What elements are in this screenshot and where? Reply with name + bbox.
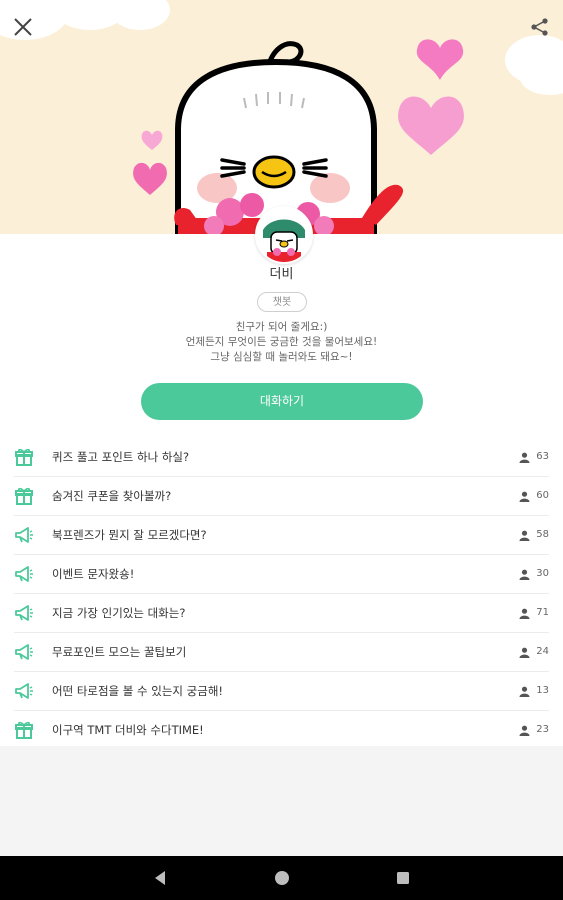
topic-row[interactable]: 이구역 TMT 더비와 수다TIME! 23: [14, 711, 549, 749]
close-button[interactable]: [8, 12, 38, 42]
profile-name: 더비: [269, 267, 294, 282]
participant-count: 30: [519, 555, 549, 593]
profile-banner: [0, 0, 563, 238]
topic-label: 이구역 TMT 더비와 수다TIME!: [52, 723, 204, 737]
participant-count-value: 23: [536, 724, 549, 735]
topic-row[interactable]: 어떤 타로점을 볼 수 있는지 궁금해! 13: [14, 672, 549, 711]
people-icon: [519, 608, 533, 619]
home-icon: [275, 871, 289, 885]
topic-row[interactable]: 지금 가장 인기있는 대화는? 71: [14, 594, 549, 633]
topic-label: 퀴즈 풀고 포인트 하나 하실?: [52, 450, 190, 464]
topic-label: 숨겨진 쿠폰을 찾아볼까?: [52, 489, 172, 503]
chatbot-badge: 챗봇: [257, 292, 307, 312]
start-chat-button[interactable]: 대화하기: [141, 383, 423, 420]
people-icon: [519, 647, 533, 658]
people-icon: [519, 686, 533, 697]
participant-count: 63: [519, 438, 549, 476]
recents-icon: [397, 872, 409, 884]
share-icon: [531, 18, 548, 36]
topic-label: 북프렌즈가 뭔지 잘 모르겠다면?: [52, 528, 207, 542]
recents-button[interactable]: [393, 868, 413, 888]
megaphone-icon: [14, 643, 34, 661]
topic-row[interactable]: 퀴즈 풀고 포인트 하나 하실? 63: [14, 438, 549, 477]
participant-count-value: 58: [536, 529, 549, 540]
topic-label: 어떤 타로점을 볼 수 있는지 궁금해!: [52, 684, 224, 698]
participant-count: 13: [519, 672, 549, 710]
back-button[interactable]: [151, 868, 171, 888]
intro-line: 그냥 심심할 때 놀러와도 돼요~!: [210, 351, 353, 363]
gift-icon: [14, 448, 34, 466]
people-icon: [519, 569, 533, 580]
participant-count: 24: [519, 633, 549, 671]
megaphone-icon: [14, 604, 34, 622]
intro-text: 친구가 되어 줄게요:) 언제든지 무엇이든 궁금한 것을 물어보세요! 그냥 …: [0, 320, 563, 365]
participant-count: 60: [519, 477, 549, 515]
people-icon: [519, 491, 533, 502]
participant-count: 23: [519, 711, 549, 749]
topic-row[interactable]: 숨겨진 쿠폰을 찾아볼까? 60: [14, 477, 549, 516]
participant-count-value: 63: [536, 451, 549, 462]
intro-line: 친구가 되어 줄게요:): [235, 321, 328, 333]
topic-label: 이벤트 문자왔숑!: [52, 567, 135, 581]
gift-icon: [14, 721, 34, 739]
topic-row[interactable]: 이벤트 문자왔숑! 30: [14, 555, 549, 594]
home-button[interactable]: [272, 868, 292, 888]
close-icon: [14, 18, 32, 36]
participant-count-value: 30: [536, 568, 549, 579]
topic-row[interactable]: 북프렌즈가 뭔지 잘 모르겠다면? 58: [14, 516, 549, 555]
megaphone-icon: [14, 682, 34, 700]
share-button[interactable]: [525, 12, 555, 42]
gift-icon: [14, 487, 34, 505]
system-nav-bar: [0, 856, 563, 900]
avatar: [255, 206, 313, 264]
topic-list: 퀴즈 풀고 포인트 하나 하실? 63 숨겨진 쿠폰을 찾아볼까? 60 북프렌즈가 뭔…: [0, 438, 563, 749]
topic-row[interactable]: 무료포인트 모으는 꿀팁보기 24: [14, 633, 549, 672]
participant-count: 58: [519, 516, 549, 554]
topic-label: 무료포인트 모으는 꿀팁보기: [52, 645, 187, 659]
people-icon: [519, 530, 533, 541]
participant-count-value: 60: [536, 490, 549, 501]
screen: 더비 챗봇 친구가 되어 줄게요:) 언제든지 무엇이든 궁금한 것을 물어보세…: [0, 0, 563, 856]
participant-count-value: 24: [536, 646, 549, 657]
participant-count-value: 13: [536, 685, 549, 696]
participant-count-value: 71: [536, 607, 549, 618]
megaphone-icon: [14, 526, 34, 544]
character-illustration: [133, 39, 464, 238]
megaphone-icon: [14, 565, 34, 583]
avatar-image: [257, 208, 311, 262]
topic-label: 지금 가장 인기있는 대화는?: [52, 606, 186, 620]
participant-count: 71: [519, 594, 549, 632]
people-icon: [519, 452, 533, 463]
back-icon: [155, 871, 165, 885]
people-icon: [519, 725, 533, 736]
intro-line: 언제든지 무엇이든 궁금한 것을 물어보세요!: [185, 336, 378, 348]
